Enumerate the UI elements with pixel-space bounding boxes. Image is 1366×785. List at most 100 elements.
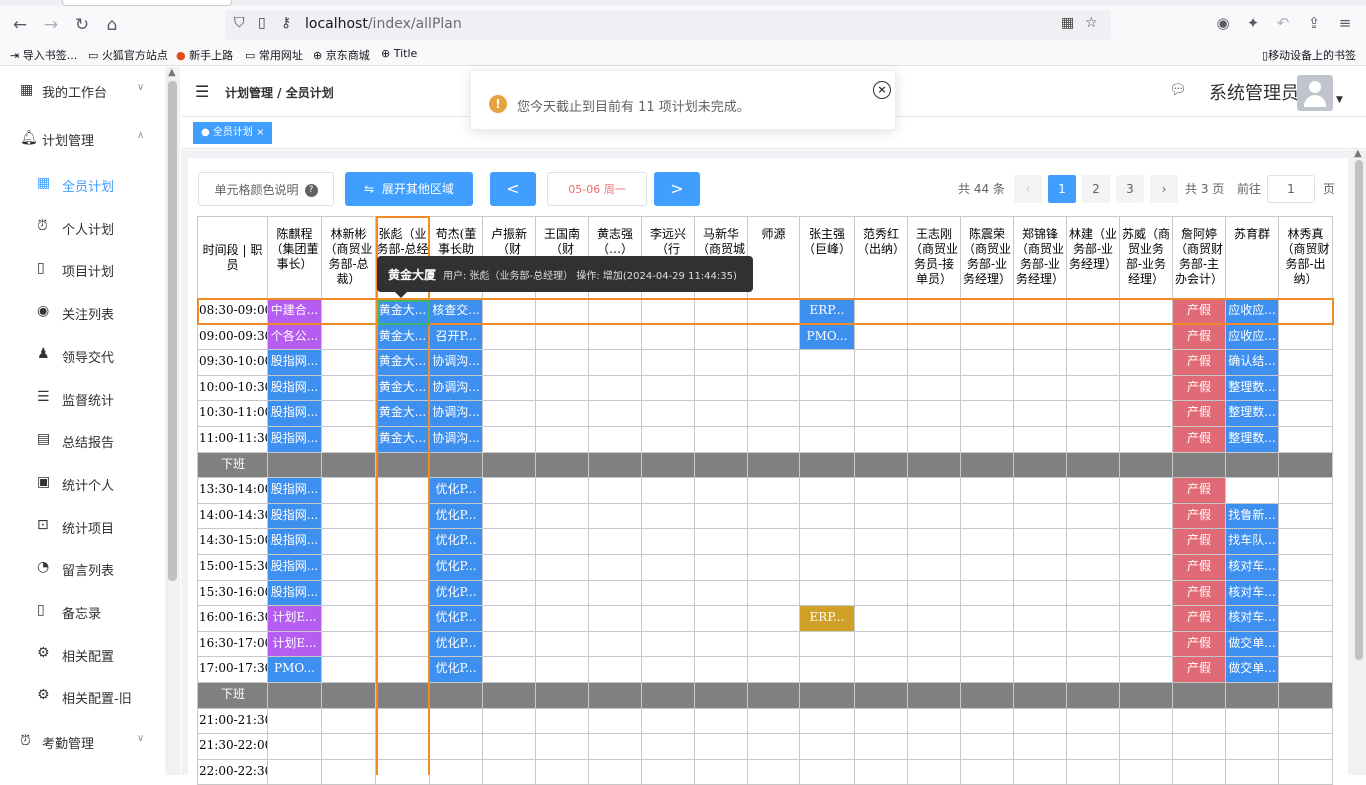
schedule-cell[interactable]: [747, 656, 800, 683]
schedule-cell[interactable]: 黄金大...: [375, 298, 430, 325]
schedule-cell[interactable]: [641, 374, 695, 402]
schedule-cell[interactable]: 产假: [1172, 477, 1226, 504]
schedule-cell[interactable]: [482, 758, 536, 785]
bookmark-jd[interactable]: ⊕ 京东商城: [313, 47, 370, 63]
schedule-cell[interactable]: [854, 758, 908, 785]
account-icon[interactable]: ◉: [1212, 14, 1234, 32]
schedule-cell[interactable]: [1066, 323, 1120, 351]
schedule-cell[interactable]: [375, 656, 430, 683]
schedule-cell[interactable]: [1172, 758, 1226, 785]
schedule-cell[interactable]: 产假: [1172, 502, 1226, 530]
schedule-cell[interactable]: [1066, 400, 1120, 427]
mobile-bookmarks[interactable]: ▯移动设备上的书签: [1262, 47, 1356, 63]
schedule-cell[interactable]: [535, 477, 589, 504]
schedule-cell[interactable]: [1013, 733, 1067, 760]
schedule-cell[interactable]: PMO...: [267, 656, 322, 683]
schedule-cell[interactable]: [1278, 502, 1333, 530]
schedule-cell[interactable]: [1278, 374, 1333, 402]
schedule-cell[interactable]: [535, 298, 589, 325]
sidebar-item-sub[interactable]: ⚙ 相关配置-旧: [0, 676, 165, 716]
schedule-cell[interactable]: [1225, 758, 1279, 785]
schedule-cell[interactable]: [854, 323, 908, 351]
bookmark-firefox[interactable]: ▭ 火狐官方站点: [88, 47, 168, 63]
schedule-cell[interactable]: 产假: [1172, 374, 1226, 402]
schedule-cell[interactable]: [588, 425, 642, 453]
schedule-cell[interactable]: 黄金大...: [375, 425, 430, 453]
schedule-cell[interactable]: [641, 323, 695, 351]
schedule-cell[interactable]: [854, 579, 908, 607]
sidebar-scrollbar[interactable]: ▲: [165, 67, 180, 775]
schedule-cell[interactable]: [535, 553, 589, 581]
schedule-cell[interactable]: [694, 605, 748, 632]
schedule-cell[interactable]: [321, 553, 376, 581]
reload-icon[interactable]: ↻: [71, 14, 93, 36]
schedule-cell[interactable]: [960, 707, 1014, 735]
schedule-cell[interactable]: [960, 733, 1014, 760]
schedule-cell[interactable]: [375, 605, 430, 632]
schedule-cell[interactable]: [482, 579, 536, 607]
schedule-cell[interactable]: [375, 758, 430, 785]
sidebar-item-sub[interactable]: ▯ 备忘录: [0, 591, 165, 631]
schedule-cell[interactable]: [482, 349, 536, 376]
schedule-cell[interactable]: 整理数...: [1225, 425, 1279, 453]
schedule-cell[interactable]: [907, 323, 961, 351]
schedule-cell[interactable]: [907, 579, 961, 607]
schedule-cell[interactable]: [321, 502, 376, 530]
schedule-cell[interactable]: 股指网...: [267, 528, 322, 555]
schedule-cell[interactable]: [267, 758, 322, 785]
schedule-cell[interactable]: [375, 630, 430, 658]
schedule-cell[interactable]: [799, 349, 855, 376]
schedule-cell[interactable]: [588, 579, 642, 607]
schedule-cell[interactable]: 产假: [1172, 323, 1226, 351]
schedule-cell[interactable]: [799, 374, 855, 402]
schedule-cell[interactable]: [907, 425, 961, 453]
schedule-cell[interactable]: [1013, 298, 1067, 325]
schedule-cell[interactable]: [641, 425, 695, 453]
schedule-cell[interactable]: [1013, 553, 1067, 581]
schedule-cell[interactable]: [535, 707, 589, 735]
schedule-cell[interactable]: [641, 656, 695, 683]
page-button-1[interactable]: 1: [1048, 175, 1076, 203]
schedule-cell[interactable]: [1119, 400, 1173, 427]
schedule-cell[interactable]: [1119, 733, 1173, 760]
schedule-cell[interactable]: [588, 656, 642, 683]
bookmark-common[interactable]: ▭ 常用网址: [245, 47, 303, 63]
schedule-cell[interactable]: 协调沟...: [429, 400, 483, 427]
schedule-cell[interactable]: [1066, 733, 1120, 760]
schedule-cell[interactable]: [960, 502, 1014, 530]
schedule-cell[interactable]: 产假: [1172, 605, 1226, 632]
schedule-cell[interactable]: [1119, 528, 1173, 555]
schedule-cell[interactable]: [747, 528, 800, 555]
schedule-cell[interactable]: [321, 349, 376, 376]
schedule-cell[interactable]: [1066, 553, 1120, 581]
schedule-cell[interactable]: PMO...: [799, 323, 855, 351]
next-day-button[interactable]: >: [654, 172, 700, 206]
schedule-cell[interactable]: [321, 579, 376, 607]
avatar[interactable]: [1297, 75, 1333, 111]
schedule-cell[interactable]: [854, 477, 908, 504]
schedule-cell[interactable]: [375, 579, 430, 607]
schedule-cell[interactable]: [1066, 502, 1120, 530]
schedule-cell[interactable]: [907, 758, 961, 785]
schedule-cell[interactable]: [1278, 477, 1333, 504]
schedule-cell[interactable]: [588, 298, 642, 325]
page-button-2[interactable]: 2: [1082, 175, 1110, 203]
schedule-cell[interactable]: [747, 630, 800, 658]
schedule-cell[interactable]: 做交单...: [1225, 656, 1279, 683]
sidebar-item-sub[interactable]: ▣ 统计个人: [0, 463, 165, 503]
schedule-cell[interactable]: [588, 733, 642, 760]
schedule-cell[interactable]: 确认结...: [1225, 349, 1279, 376]
schedule-cell[interactable]: [1119, 502, 1173, 530]
schedule-cell[interactable]: [907, 707, 961, 735]
schedule-cell[interactable]: [588, 553, 642, 581]
schedule-cell[interactable]: [1278, 425, 1333, 453]
schedule-cell[interactable]: 产假: [1172, 528, 1226, 555]
schedule-cell[interactable]: 核对车...: [1225, 579, 1279, 607]
schedule-cell[interactable]: 优化P...: [429, 553, 483, 581]
bookmark-import[interactable]: ⇥ 导入书签...: [10, 47, 77, 63]
schedule-cell[interactable]: [482, 733, 536, 760]
star-icon[interactable]: ☆: [1085, 15, 1098, 31]
schedule-cell[interactable]: [482, 656, 536, 683]
schedule-cell[interactable]: [535, 425, 589, 453]
schedule-cell[interactable]: [907, 733, 961, 760]
